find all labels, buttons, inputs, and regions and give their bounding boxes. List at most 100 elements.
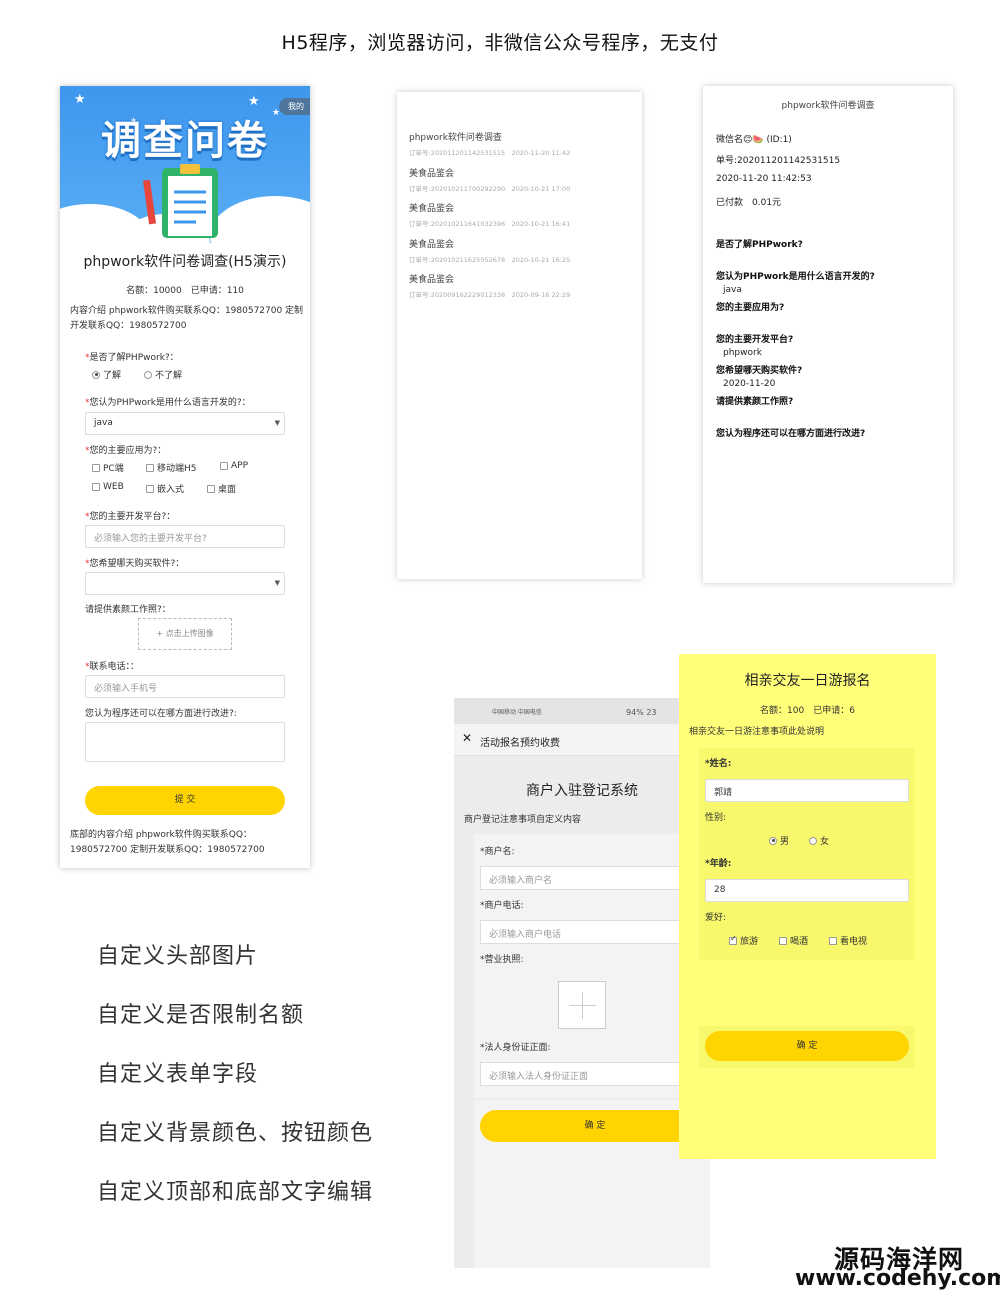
order-item-title[interactable]: 美食品鉴会: [409, 166, 454, 179]
carrier-text: 中国移动 中国电信: [492, 709, 542, 716]
status-bar: 中国移动 中国电信 94% 23: [454, 698, 710, 724]
checkbox-app[interactable]: APP: [220, 461, 248, 471]
detail-question: 您希望哪天购买软件?: [716, 366, 803, 376]
feature-item: 自定义顶部和底部文字编辑: [97, 1180, 374, 1205]
field-label: *商户名:: [480, 847, 515, 857]
field-label: *法人身份证正面:: [480, 1043, 551, 1053]
clipboard-icon: [142, 164, 218, 238]
checkbox-web[interactable]: WEB: [92, 482, 124, 492]
radio-option-male[interactable]: 男: [769, 834, 789, 847]
order-item-title[interactable]: 美食品鉴会: [409, 272, 454, 285]
watermark-url: www.codehy.com: [795, 1266, 1000, 1291]
star-icon: ★: [74, 92, 86, 107]
order-number: 单号:202011201142531515: [716, 156, 841, 166]
question-label: *您希望哪天购买软件?：: [85, 559, 185, 569]
improvement-textarea[interactable]: [85, 722, 285, 762]
merchant-name-input[interactable]: 必须输入商户名: [480, 866, 710, 890]
detail-answer: phpwork: [723, 348, 762, 358]
question-label: *是否了解PHPwork?：: [85, 353, 179, 363]
dating-phone-screen: 相亲交友一日游报名 名额：100 已申请：6 相亲交友一日游注意事项此处说明 *…: [679, 654, 936, 1159]
field-label: *营业执照:: [480, 955, 524, 965]
order-item-meta: 订单号:202010211700292290 2020-10-21 17:00: [409, 185, 571, 193]
detail-answer: java: [723, 285, 742, 295]
detail-question: 您的主要应用为?: [716, 303, 785, 313]
detail-title: phpwork软件问卷调查: [781, 101, 875, 111]
detail-question: 是否了解PHPwork?: [716, 240, 803, 250]
app-header: ✕ 活动报名预约收费: [454, 724, 710, 756]
order-detail-panel: phpwork软件问卷调查 微信名😊🍉 (ID:1) 单号:2020112011…: [703, 86, 953, 583]
order-item-meta: 订单号:202009162229012338 2020-09-16 22:29: [409, 291, 571, 299]
feature-item: 自定义是否限制名额: [97, 1003, 305, 1028]
close-icon[interactable]: ✕: [462, 731, 472, 745]
form-note: 相亲交友一日游注意事项此处说明: [689, 727, 825, 737]
question-label: 请提供素颜工作照?：: [85, 605, 171, 615]
feature-item: 自定义头部图片: [97, 944, 259, 969]
feature-item: 自定义背景颜色、按钮颜色: [97, 1121, 374, 1146]
submit-button[interactable]: 提 交: [85, 786, 285, 815]
order-list-panel: phpwork软件问卷调查 订单号:202011201142531515 202…: [397, 92, 642, 579]
checkbox-embedded[interactable]: 嵌入式: [146, 482, 184, 495]
detail-question: 您认为PHPwork是用什么语言开发的?: [716, 272, 875, 282]
form-title: 商户入驻登记系统: [526, 783, 638, 799]
order-item-title[interactable]: 美食品鉴会: [409, 201, 454, 214]
order-item-meta: 订单号:202010211625052678 2020-10-21 16:25: [409, 256, 571, 264]
chevron-down-icon: ▼: [274, 419, 280, 427]
platform-input[interactable]: 必须输入您的主要开发平台?: [85, 525, 285, 548]
question-label: 您认为程序还可以在哪方面进行改进?:: [85, 709, 237, 719]
order-time: 2020-11-20 11:42:53: [716, 174, 812, 184]
form-note: 商户登记注意事项自定义内容: [464, 815, 582, 825]
banner-title: 调查问卷: [101, 118, 269, 164]
quota-text: 名额：100 已申请：6: [760, 706, 855, 716]
wechat-name: 微信名😊🍉 (ID:1): [716, 135, 792, 145]
phone-input[interactable]: 必须输入手机号: [85, 675, 285, 698]
checkbox-mobile-h5[interactable]: 移动端H5: [146, 461, 197, 474]
intro-text: 内容介绍 phpwork软件购买联系QQ：1980572700 定制开发联系QQ…: [70, 306, 304, 331]
language-select[interactable]: java ▼: [85, 412, 285, 435]
quota-text: 名额：10000 已申请：110: [126, 286, 244, 296]
upload-image-button[interactable]: + 点击上传图像: [138, 618, 232, 650]
confirm-button[interactable]: 确 定: [705, 1031, 909, 1061]
detail-question: 您认为程序还可以在哪方面进行改进?: [716, 429, 866, 439]
paid-amount: 已付款 0.01元: [716, 198, 782, 208]
field-label: *姓名:: [705, 759, 732, 769]
feature-item: 自定义表单字段: [97, 1062, 259, 1087]
chevron-down-icon: ▼: [274, 579, 280, 587]
order-item-title[interactable]: phpwork软件问卷调查: [409, 130, 502, 143]
merchant-phone-input[interactable]: 必须输入商户电话: [480, 920, 710, 944]
detail-answer: 2020-11-20: [723, 379, 776, 389]
question-label: *联系电话：：: [85, 662, 140, 672]
top-caption: H5程序，浏览器访问，非微信公众号程序，无支付: [281, 32, 719, 54]
detail-question: 您的主要开发平台?: [716, 335, 794, 345]
my-button[interactable]: 我的: [279, 98, 310, 115]
confirm-button[interactable]: 确 定: [480, 1110, 710, 1142]
checkbox-tv[interactable]: 看电视: [829, 934, 867, 947]
footer-text: 底部的内容介绍 phpwork软件购买联系QQ：1980572700 定制开发联…: [70, 830, 265, 855]
header-title: 活动报名预约收费: [480, 738, 560, 749]
header-banner: ★ ★ ★ ★ 调查问卷 我的: [60, 86, 310, 243]
license-upload-button[interactable]: [558, 981, 606, 1029]
field-label: 性别:: [705, 813, 727, 823]
name-input[interactable]: 郭靖: [705, 779, 909, 802]
checkbox-pc[interactable]: PC端: [92, 461, 124, 474]
id-card-input[interactable]: 必须输入法人身份证正面: [480, 1062, 710, 1086]
radio-option-female[interactable]: 女: [809, 834, 829, 847]
order-item-title[interactable]: 美食品鉴会: [409, 237, 454, 250]
order-item-meta: 订单号:202010211641032396 2020-10-21 16:41: [409, 220, 571, 228]
field-label: *年龄:: [705, 859, 732, 869]
question-label: *您的主要开发平台?：: [85, 512, 176, 522]
star-icon: ★: [248, 94, 260, 109]
survey-title: phpwork软件问卷调查(H5演示): [83, 254, 287, 270]
battery-text: 94% 23: [626, 708, 657, 717]
form-title: 相亲交友一日游报名: [744, 673, 871, 689]
merchant-phone-screen: 中国移动 中国电信 94% 23 ✕ 活动报名预约收费 商户入驻登记系统 商户登…: [454, 698, 710, 1268]
radio-option-know[interactable]: 了解: [92, 368, 121, 381]
checkbox-travel[interactable]: 旅游: [729, 934, 758, 947]
radio-option-not-know[interactable]: 不了解: [144, 368, 182, 381]
survey-phone-screen: ★ ★ ★ ★ 调查问卷 我的 phpwork软件问卷调查(H5演示) 名额：1…: [60, 86, 310, 868]
checkbox-drinking[interactable]: 喝酒: [779, 934, 808, 947]
purchase-date-select[interactable]: ▼: [85, 572, 285, 595]
age-input[interactable]: 28: [705, 879, 909, 902]
detail-question: 请提供素颜工作照?: [716, 397, 794, 407]
order-item-meta: 订单号:202011201142531515 2020-11-20 11:42: [409, 149, 571, 157]
checkbox-desktop[interactable]: 桌面: [207, 482, 236, 495]
